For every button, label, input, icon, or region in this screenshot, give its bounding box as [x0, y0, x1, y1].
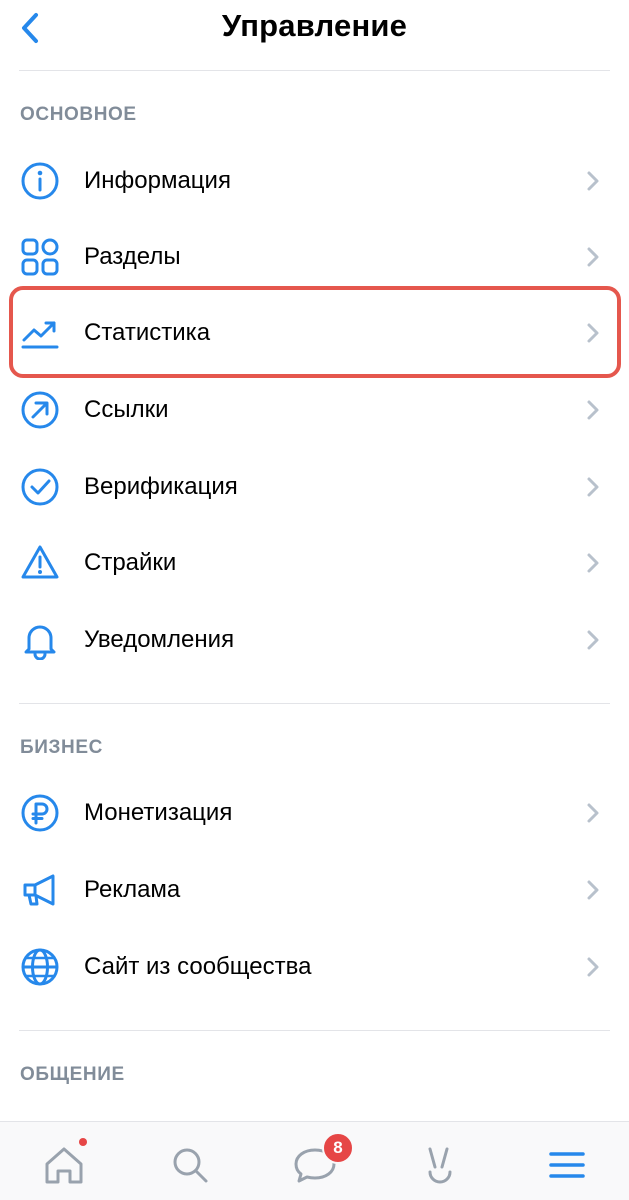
menu-item-label: Ссылки: [84, 396, 169, 423]
menu-item-verification[interactable]: Верификация: [0, 451, 629, 523]
menu-item-label: Страйки: [84, 549, 177, 576]
search-icon: [173, 1148, 208, 1183]
section-divider: [19, 1030, 610, 1031]
menu-item-label: Сайт из сообщества: [84, 953, 312, 980]
section-title-communication: ОБЩЕНИЕ: [20, 1064, 125, 1085]
tab-messages[interactable]: 8: [290, 1132, 354, 1190]
menu-item-notifications[interactable]: Уведомления: [0, 604, 629, 676]
menu-item-label: Верификация: [84, 473, 238, 500]
home-icon: [45, 1147, 83, 1184]
tab-home[interactable]: [39, 1138, 89, 1190]
menu-item-label: Информация: [84, 167, 231, 194]
messages-badge: 8: [322, 1132, 354, 1164]
chevron-right-icon: [587, 803, 599, 823]
sections-icon: [21, 238, 59, 276]
chevron-right-icon: [587, 553, 599, 573]
link-icon: [21, 391, 59, 429]
menu-item-monetization[interactable]: Монетизация: [0, 777, 629, 849]
globe-icon: [21, 948, 59, 986]
home-notification-dot: [79, 1138, 87, 1146]
section-title-main: ОСНОВНОЕ: [20, 104, 137, 125]
verification-icon: [21, 468, 59, 506]
warning-icon: [21, 545, 59, 579]
menu-item-label: Монетизация: [84, 799, 233, 826]
info-icon: [21, 162, 59, 200]
section-divider: [19, 703, 610, 704]
header-divider: [19, 70, 610, 71]
chevron-right-icon: [587, 880, 599, 900]
menu-item-label: Уведомления: [84, 626, 235, 653]
menu-item-label: Разделы: [84, 243, 181, 270]
menu-icon: [549, 1152, 585, 1178]
menu-item-label: Реклама: [84, 876, 181, 903]
header: Управление: [0, 0, 629, 60]
tab-menu[interactable]: [542, 1140, 592, 1190]
highlight-frame: [9, 286, 621, 378]
menu-item-community-site[interactable]: Сайт из сообщества: [0, 931, 629, 1003]
chevron-right-icon: [587, 247, 599, 267]
menu-item-ads[interactable]: Реклама: [0, 854, 629, 926]
bell-icon: [24, 625, 56, 660]
menu-item-info[interactable]: Информация: [0, 145, 629, 217]
chevron-right-icon: [587, 630, 599, 650]
chevron-right-icon: [587, 477, 599, 497]
menu-item-sections[interactable]: Разделы: [0, 221, 629, 293]
tab-clips[interactable]: [415, 1140, 465, 1190]
tab-search[interactable]: [165, 1140, 215, 1190]
ruble-icon: [21, 794, 59, 832]
page-title: Управление: [221, 8, 408, 43]
section-title-business: БИЗНЕС: [20, 737, 103, 758]
chevron-right-icon: [587, 400, 599, 420]
tab-bar: 8: [0, 1121, 629, 1200]
menu-item-links[interactable]: Ссылки: [0, 374, 629, 446]
megaphone-icon: [23, 874, 55, 906]
chevron-right-icon: [587, 171, 599, 191]
menu-item-strikes[interactable]: Страйки: [0, 527, 629, 599]
chevron-right-icon: [587, 957, 599, 977]
clips-icon: [428, 1147, 452, 1184]
